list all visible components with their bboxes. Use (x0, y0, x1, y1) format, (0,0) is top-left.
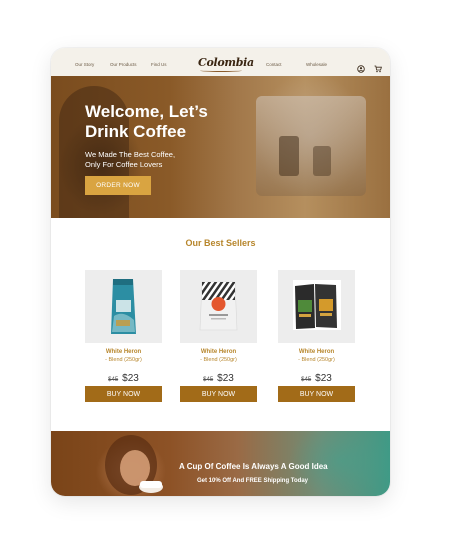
old-price: $45 (301, 377, 312, 383)
product-image[interactable] (278, 270, 355, 343)
best-sellers-title: Our Best Sellers (185, 238, 256, 248)
user-icon[interactable] (357, 60, 365, 73)
hero-machine-detail (313, 146, 331, 176)
order-now-button[interactable]: ORDER NOW (85, 176, 151, 195)
cart-icon[interactable] (374, 60, 382, 73)
nav-link-our-products[interactable]: Our Products (110, 62, 137, 67)
logo-swash (200, 69, 242, 72)
product-price: $45 $23 (85, 368, 162, 386)
hero-title: Welcome, Let’s Drink Coffee (85, 102, 285, 142)
old-price: $45 (108, 377, 119, 383)
current-price: $23 (122, 373, 139, 384)
banner-headline: A Cup Of Coffee Is Always A Good Idea (179, 462, 328, 471)
promo-banner: A Cup Of Coffee Is Always A Good Idea Ge… (51, 431, 390, 496)
product-variant: - Blend (250gr) (105, 357, 142, 363)
product-image[interactable] (85, 270, 162, 343)
product-name[interactable]: White Heron (85, 349, 162, 355)
buy-now-button[interactable]: BUY NOW (180, 386, 257, 402)
product-price: $45 $23 (180, 368, 257, 386)
hero-banner: Welcome, Let’s Drink Coffee We Made The … (51, 76, 390, 218)
current-price: $23 (217, 373, 234, 384)
nav-link-wholesale[interactable]: Wholesale (306, 62, 327, 67)
product-name[interactable]: White Heron (180, 349, 257, 355)
hero-title-line: Welcome, Let’s (85, 102, 208, 121)
tablet-frame: Our Story Our Products Find Us Colombia … (51, 48, 390, 496)
nav-link-our-story[interactable]: Our Story (75, 62, 94, 67)
hero-subtitle-line: We Made The Best Coffee, (85, 150, 176, 159)
brand-logo[interactable]: Colombia (198, 56, 254, 69)
buy-now-button[interactable]: BUY NOW (278, 386, 355, 402)
banner-subline: Get 10% Off And FREE Shipping Today (197, 478, 309, 484)
nav-link-find-us[interactable]: Find Us (151, 62, 167, 67)
buy-now-button[interactable]: BUY NOW (85, 386, 162, 402)
page-canvas: Our Story Our Products Find Us Colombia … (0, 0, 451, 556)
product-price: $45 $23 (278, 368, 355, 386)
product-image[interactable] (180, 270, 257, 343)
woman-with-cup-image (105, 435, 163, 495)
hero-subtitle: We Made The Best Coffee, Only For Coffee… (85, 150, 225, 170)
product-name[interactable]: White Heron (278, 349, 355, 355)
old-price: $45 (203, 377, 214, 383)
hero-machine-detail (279, 136, 299, 176)
current-price: $23 (315, 373, 332, 384)
hero-subtitle-line: Only For Coffee Lovers (85, 160, 163, 169)
product-variant: - Blend (250gr) (298, 357, 335, 363)
nav-link-contact[interactable]: Contact (266, 62, 282, 67)
hero-title-line: Drink Coffee (85, 122, 187, 141)
product-variant: - Blend (250gr) (200, 357, 237, 363)
